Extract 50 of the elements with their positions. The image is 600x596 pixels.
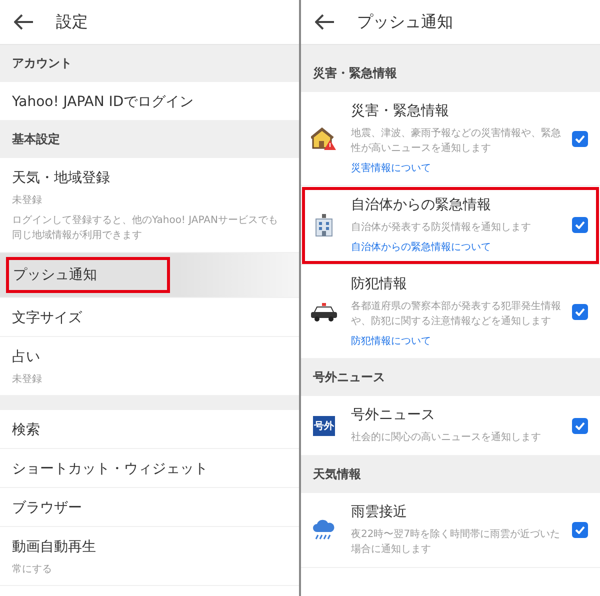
house-warning-icon — [311, 126, 337, 150]
checkbox[interactable] — [572, 304, 588, 320]
notification-description: 社会的に関心の高いニュースを通知します — [351, 430, 542, 445]
info-link[interactable]: 防犯情報について — [351, 334, 431, 348]
section-header: アカウント — [0, 45, 299, 82]
extra-news-badge: 号外 — [313, 416, 335, 436]
section-header: 天気情報 — [301, 456, 600, 493]
settings-item[interactable]: ブラウザー — [12, 500, 82, 516]
settings-item[interactable]: 占い — [12, 349, 40, 365]
checkbox[interactable] — [572, 418, 588, 434]
settings-item[interactable]: 天気・地域登録 — [12, 170, 110, 186]
police-car-icon — [310, 302, 338, 322]
item-status: 未登録 — [12, 194, 43, 207]
notification-title: 号外ニュース — [351, 406, 436, 424]
item-status: 常にする — [12, 562, 53, 576]
checkmark-icon — [575, 308, 585, 316]
notification-description: 夜22時〜翌7時を除く時間帯に雨雲が近づいた場合に通知します — [351, 528, 562, 557]
checkmark-icon — [575, 526, 585, 534]
checkmark-icon — [575, 422, 585, 430]
rain-cloud-icon — [312, 519, 336, 541]
notification-title: 防犯情報 — [351, 275, 408, 293]
info-link[interactable]: 自治体からの緊急情報について — [351, 240, 491, 254]
settings-item[interactable]: Yahoo! JAPAN IDでログイン — [12, 94, 194, 110]
checkbox[interactable] — [572, 217, 588, 233]
screen-title: 設定 — [56, 12, 88, 32]
settings-item[interactable]: 文字サイズ — [12, 310, 82, 326]
notification-description: 各都道府県の警察本部が発表する犯罪発生情報や、防犯に関する注意情報などを通知します — [351, 300, 562, 329]
checkbox[interactable] — [572, 130, 588, 146]
back-arrow-icon[interactable] — [315, 14, 335, 30]
settings-item[interactable]: ショートカット・ウィジェット — [12, 461, 208, 477]
section-header: 災害・緊急情報 — [301, 55, 600, 92]
section-header: 号外ニュース — [301, 359, 600, 396]
settings-item[interactable]: プッシュ通知 — [6, 257, 170, 293]
checkmark-icon — [575, 134, 585, 142]
checkmark-icon — [575, 221, 585, 229]
notification-title: 雨雲接近 — [351, 503, 408, 521]
back-arrow-icon[interactable] — [14, 14, 34, 30]
settings-item[interactable]: 動画自動再生 — [12, 539, 96, 555]
notification-title: 災害・緊急情報 — [351, 102, 450, 120]
notification-description: 地震、津波、豪雨予報などの災害情報や、緊急性が高いニュースを通知します — [351, 126, 562, 156]
item-status: 未登録 — [12, 372, 43, 386]
notification-title: 自治体からの緊急情報 — [351, 196, 492, 214]
notification-description: 自治体が発表する防災情報を通知します — [351, 220, 532, 235]
screen-title: プッシュ通知 — [357, 12, 453, 32]
section-header: 基本設定 — [0, 121, 299, 158]
info-link[interactable]: 災害情報について — [351, 161, 431, 175]
checkbox[interactable] — [572, 522, 588, 538]
item-description: ログインして登録すると、他のYahoo! JAPANサービスでも同じ地域情報が利用できます — [12, 214, 279, 243]
building-icon — [313, 213, 335, 237]
settings-item[interactable]: 検索 — [12, 422, 40, 438]
